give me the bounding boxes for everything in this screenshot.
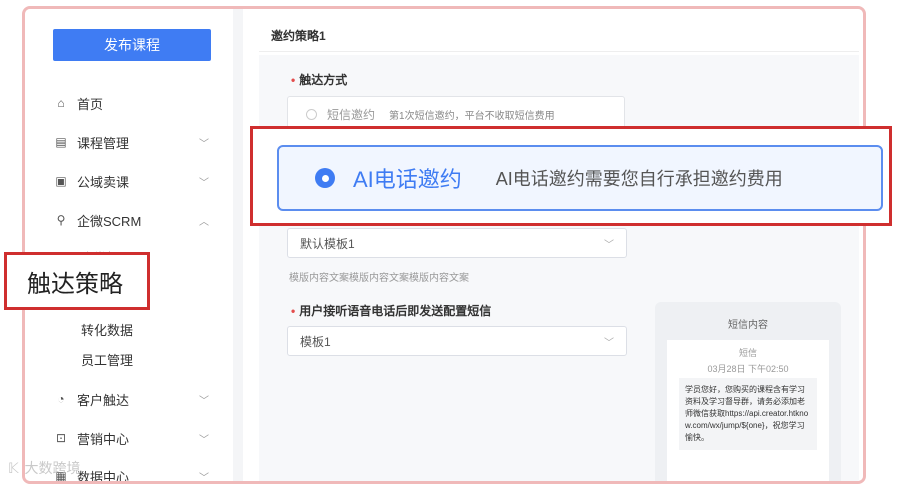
- sidebar-item-course[interactable]: ▤ 课程管理 ﹀: [53, 130, 223, 154]
- sms-after-call-label: • 用户接听语音电话后即发送配置短信: [291, 304, 492, 318]
- sidebar-item-home[interactable]: ⌂ 首页: [53, 91, 223, 115]
- sms-template-select-value: 模板1: [300, 334, 331, 349]
- chevron-down-icon: ﹀: [199, 138, 209, 150]
- template-hint: 模版内容文案模版内容文案模版内容文案: [289, 273, 469, 284]
- sms-timestamp: 03月28日 下午02:50: [707, 364, 789, 374]
- sidebar-item-customer-reach[interactable]: ◔ 客户触达 ﹀: [53, 387, 223, 411]
- ai-call-desc: AI电话邀约需要您自行承担邀约费用: [495, 169, 783, 189]
- sms-option-desc: 第1次短信邀约，平台不收取短信费用: [389, 110, 555, 122]
- sms-template-select[interactable]: 模板1 ﹀: [287, 326, 627, 356]
- marketing-icon: ⊡: [55, 431, 67, 445]
- chevron-down-icon: ﹀: [604, 337, 614, 349]
- sms-preview-card: 短信内容 短信 03月28日 下午02:50 学员您好，您购买的课程含有学习资料…: [655, 302, 841, 481]
- sidebar-subitem-staff[interactable]: 员工管理: [81, 350, 133, 369]
- sms-option-label: 短信邀约: [327, 107, 376, 122]
- sidebar-item-label: 数据中心: [77, 469, 130, 484]
- sidebar-item-scrm[interactable]: ⚲ 企微SCRM ︿: [53, 208, 223, 232]
- chevron-down-icon: ﹀: [604, 239, 614, 251]
- sidebar-item-public-sale[interactable]: ▣ 公域卖课 ﹀: [53, 169, 223, 193]
- template-select-value: 默认模板1: [300, 236, 355, 251]
- chevron-down-icon: ﹀: [199, 472, 209, 484]
- ai-call-callout: AI电话邀约 AI电话邀约需要您自行承担邀约费用: [250, 126, 892, 226]
- app-frame: 发布课程 ⌂ 首页 ▤ 课程管理 ﹀ ▣ 公域卖课 ﹀ ⚲ 企微SCRM ︿ 企…: [22, 6, 866, 484]
- scrm-icon: ⚲: [56, 213, 66, 227]
- divider: [259, 51, 859, 52]
- ai-call-option[interactable]: AI电话邀约 AI电话邀约需要您自行承担邀约费用: [277, 145, 883, 211]
- strategy-title: 邀约策略1: [271, 29, 326, 43]
- template-select[interactable]: 默认模板1 ﹀: [287, 228, 627, 258]
- chevron-down-icon: ﹀: [199, 177, 209, 189]
- watermark-text: 大数跨境: [24, 460, 81, 476]
- home-icon: ⌂: [57, 96, 65, 110]
- sidebar-item-label: 客户触达: [77, 392, 130, 408]
- public-sale-icon: ▣: [55, 174, 67, 188]
- reach-method-label: • 触达方式: [291, 73, 348, 87]
- ai-call-label: AI电话邀约: [353, 167, 462, 192]
- sidebar-item-label: 公域卖课: [77, 174, 130, 190]
- sidebar-item-marketing[interactable]: ⊡ 营销中心 ﹀: [53, 426, 223, 450]
- sidebar-item-label: 首页: [77, 96, 104, 112]
- sms-sender: 短信: [738, 348, 757, 358]
- chevron-up-icon: ︿: [199, 216, 209, 228]
- sms-message: 学员您好，您购买的课程含有学习资料及学习督导群，请务必添加老师微信获取https…: [679, 378, 817, 450]
- chevron-down-icon: ﹀: [199, 434, 209, 446]
- required-mark-icon: •: [291, 73, 296, 87]
- customer-reach-icon: ◔: [57, 392, 65, 406]
- chevron-down-icon: ﹀: [199, 395, 209, 407]
- course-icon: ▤: [55, 135, 67, 149]
- radio-selected-icon: [315, 168, 335, 188]
- watermark: 𝕂 大数跨境: [8, 458, 81, 478]
- sidebar-item-label: 课程管理: [77, 135, 130, 151]
- publish-course-button[interactable]: 发布课程: [53, 29, 211, 61]
- sms-preview-title: 短信内容: [728, 320, 768, 331]
- sidebar: 发布课程 ⌂ 首页 ▤ 课程管理 ﹀ ▣ 公域卖课 ﹀ ⚲ 企微SCRM ︿ 企…: [25, 9, 233, 481]
- required-mark-icon: •: [291, 304, 296, 318]
- sidebar-item-label: 营销中心: [77, 431, 130, 447]
- reach-strategy-label: 触达策略: [27, 270, 123, 298]
- watermark-logo-icon: 𝕂: [8, 459, 19, 476]
- sms-preview-body: 短信 03月28日 下午02:50 学员您好，您购买的课程含有学习资料及学习督导…: [667, 340, 829, 481]
- radio-icon: [306, 108, 317, 120]
- reach-strategy-callout[interactable]: 触达策略: [4, 252, 150, 310]
- sidebar-item-label: 企微SCRM: [77, 213, 142, 229]
- sidebar-subitem-conversion[interactable]: 转化数据: [81, 320, 133, 339]
